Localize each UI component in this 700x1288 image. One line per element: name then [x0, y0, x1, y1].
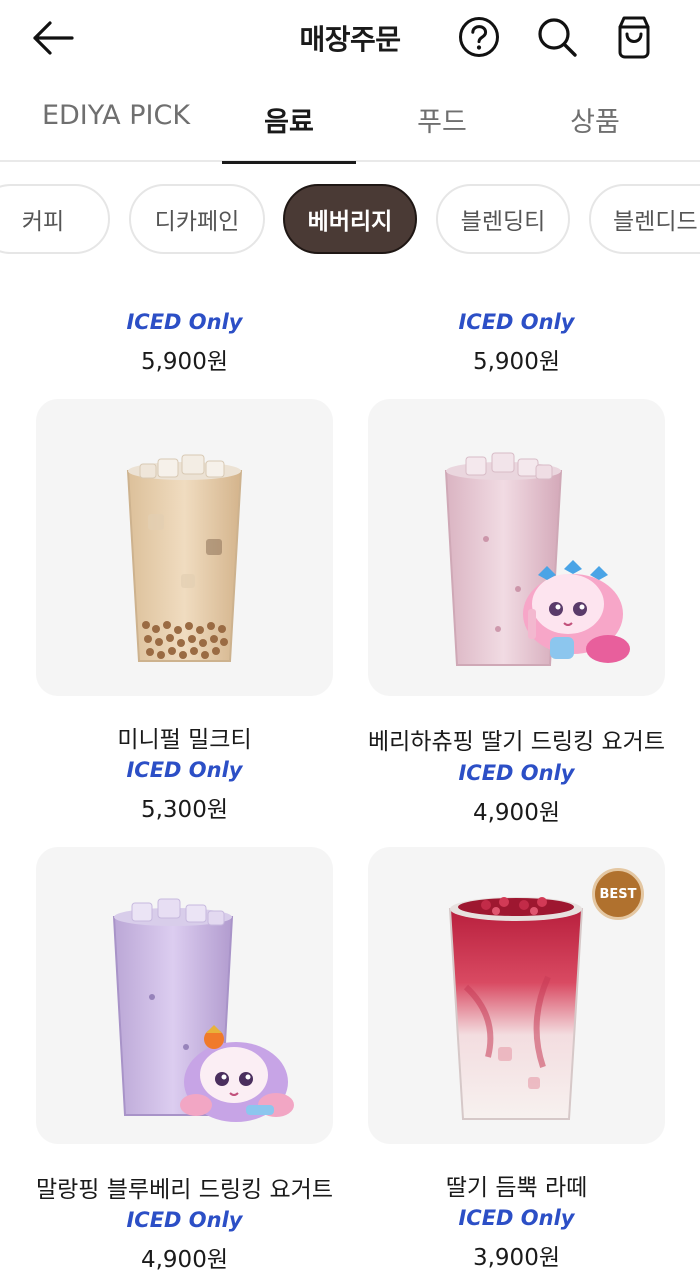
product-info: ICED Only 4,900원: [36, 1208, 333, 1274]
page-title: 매장주문: [299, 23, 401, 56]
product-info-partial: ICED Only 5,900원: [36, 310, 333, 376]
chip-blending-tea[interactable]: 블렌딩티: [436, 184, 570, 254]
iced-only-tag: ICED Only: [126, 758, 243, 782]
product-name: 베리하츄핑 딸기 드링킹 요거트: [367, 729, 665, 755]
product-card-berry-strawberry-yogurt[interactable]: [368, 399, 665, 696]
tab-goods[interactable]: 상품: [528, 100, 662, 162]
chip-blended[interactable]: 블렌디드: [589, 184, 700, 254]
back-arrow-icon: [33, 21, 74, 55]
blueberry-yogurt-drink-image: [112, 898, 294, 1122]
app-header: 매장주문: [0, 0, 700, 76]
product-info: ICED Only 5,300원: [36, 758, 333, 824]
search-icon: [538, 18, 577, 57]
cart-button[interactable]: [611, 14, 657, 60]
product-card-mini-pearl-milk-tea[interactable]: [36, 399, 333, 696]
milk-tea-drink-image: [126, 454, 243, 662]
product-price: 3,900원: [472, 1245, 560, 1271]
iced-only-tag: ICED Only: [458, 310, 575, 334]
best-badge: BEST: [592, 868, 644, 920]
product-info: ICED Only 4,900원: [368, 761, 665, 827]
iced-only-tag: ICED Only: [458, 761, 575, 785]
search-button[interactable]: [534, 14, 580, 60]
product-info-partial: ICED Only 5,900원: [368, 310, 665, 376]
chip-coffee[interactable]: 커피: [0, 184, 110, 254]
chip-decaf[interactable]: 디카페인: [129, 184, 265, 254]
product-card-blueberry-yogurt[interactable]: [36, 847, 333, 1144]
product-price: 4,900원: [140, 1247, 228, 1273]
help-button[interactable]: [456, 14, 502, 60]
product-name: 미니펄 밀크티: [117, 727, 252, 753]
iced-only-tag: ICED Only: [126, 1208, 243, 1232]
product-card-strawberry-latte[interactable]: BEST: [368, 847, 665, 1144]
tab-ediya-pick[interactable]: EDIYA PICK: [22, 100, 210, 162]
product-name: 말랑핑 블루베리 드링킹 요거트: [35, 1177, 333, 1203]
product-price: 5,900원: [472, 349, 560, 375]
iced-only-tag: ICED Only: [126, 310, 243, 334]
tab-food[interactable]: 푸드: [376, 100, 508, 162]
iced-only-tag: ICED Only: [458, 1206, 575, 1230]
product-info: ICED Only 3,900원: [368, 1206, 665, 1272]
product-price: 5,300원: [140, 797, 228, 823]
main-tab-bar: EDIYA PICK 음료 푸드 상품: [0, 84, 700, 164]
category-chip-bar[interactable]: 커피 디카페인 베버리지 블렌딩티 블렌디드: [0, 184, 700, 254]
help-icon: [459, 17, 499, 57]
chip-beverage[interactable]: 베버리지: [283, 184, 417, 254]
product-name: 딸기 듬뿍 라떼: [445, 1175, 588, 1201]
tab-beverage[interactable]: 음료: [222, 100, 356, 164]
cart-icon: [618, 16, 650, 59]
strawberry-yogurt-drink-image: [444, 452, 630, 666]
product-price: 4,900원: [472, 800, 560, 826]
back-button[interactable]: [28, 16, 76, 60]
product-price: 5,900원: [140, 349, 228, 375]
